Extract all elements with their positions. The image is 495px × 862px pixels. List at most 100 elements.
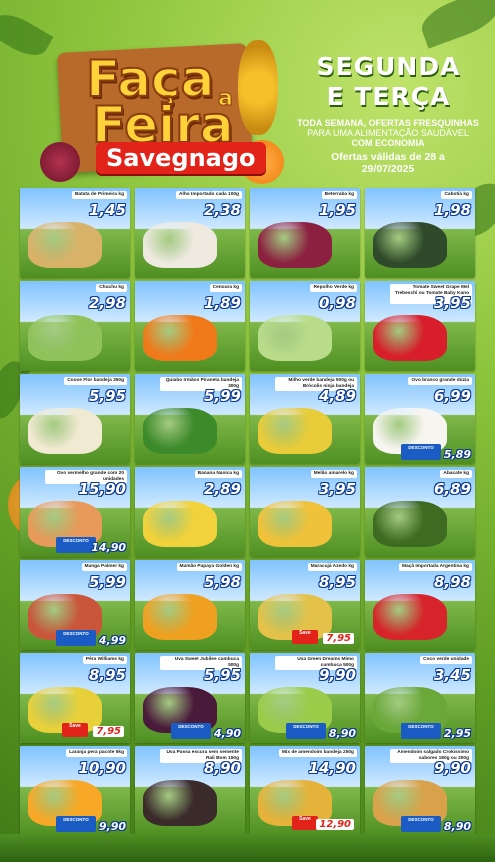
product-image — [258, 315, 332, 361]
product-card[interactable]: Uva Passa escura sem semente Rali Bom 15… — [135, 746, 245, 836]
product-image — [258, 501, 332, 547]
product-card[interactable]: Cabotiá kg R$ 1,98 — [365, 188, 475, 278]
product-name: Cabotiá kg — [441, 191, 472, 199]
product-name: Repolho Verde kg — [310, 284, 357, 292]
product-card[interactable]: Chuchu kg R$ 2,98 — [20, 281, 130, 371]
discount-price: 14,90 — [91, 541, 126, 554]
product-name: Maçã Importada Argentina kg — [399, 563, 472, 571]
discount-badge: DESCONTO — [401, 444, 441, 460]
product-name: Mamão Papaya Golden kg — [176, 563, 242, 571]
product-price: 8,90 — [203, 759, 241, 777]
product-price: 1,95 — [318, 201, 356, 219]
product-card[interactable]: Repolho Verde kg R$ 0,98 — [250, 281, 360, 371]
product-price: 15,90 — [78, 480, 126, 498]
product-price: 5,98 — [203, 573, 241, 591]
product-price: 3,45 — [433, 666, 471, 684]
subtitle-line-3: COM ECONOMIA — [351, 138, 425, 148]
product-price: 5,95 — [203, 666, 241, 684]
product-price: 10,90 — [78, 759, 126, 777]
promo-day-1: SEGUNDA — [316, 52, 461, 81]
product-card[interactable]: Amendoim salgado Crokissimo sabores 180g… — [365, 746, 475, 836]
product-price: 0,98 — [318, 294, 356, 312]
product-name: Maracujá Azedo kg — [307, 563, 357, 571]
product-name: Melão amarelo kg — [310, 470, 357, 478]
product-card[interactable]: Pêra Williams kg R$ 8,95 Save 7,95 — [20, 653, 130, 743]
product-price: 6,99 — [433, 387, 471, 405]
product-price: 1,45 — [88, 201, 126, 219]
product-price: 8,95 — [318, 573, 356, 591]
validity-line-2: 29/07/2025 — [361, 163, 415, 175]
product-card[interactable]: Tomate Sweet Grape Mel Trebeschi ou Toma… — [365, 281, 475, 371]
product-image — [28, 315, 102, 361]
discount-price: 8,90 — [443, 820, 471, 833]
product-image — [258, 222, 332, 268]
product-card[interactable]: Couve Flor bandeja 350g R$ 5,95 — [20, 374, 130, 464]
product-card[interactable]: Batata de Primeira kg R$ 1,45 — [20, 188, 130, 278]
product-image — [258, 408, 332, 454]
save-badge: Save — [62, 723, 88, 737]
product-price: 5,99 — [203, 387, 241, 405]
product-price: 1,98 — [433, 201, 471, 219]
product-card[interactable]: Mix de amendoim bandeja 250g R$ 14,90 Sa… — [250, 746, 360, 836]
product-image — [143, 408, 217, 454]
product-card[interactable]: Melão amarelo kg R$ 3,95 — [250, 467, 360, 557]
product-name: Cenoura kg — [209, 284, 242, 292]
product-card[interactable]: Ovo branco grande dúzia R$ 6,99 DESCONTO… — [365, 374, 475, 464]
discount-price: 9,90 — [98, 820, 126, 833]
subtitle-line-2: PARA UMA ALIMENTAÇÃO SAUDÁVEL — [307, 128, 469, 138]
product-card[interactable]: Coco verde unidade R$ 3,45 DESCONTO 2,95 — [365, 653, 475, 743]
product-image — [143, 501, 217, 547]
subtitle-line-1: TODA SEMANA, OFERTAS FRESQUINHAS — [297, 118, 479, 128]
product-card[interactable]: Abacate kg R$ 6,89 — [365, 467, 475, 557]
product-card[interactable]: Laranja pera pacote 5kg R$ 10,90 DESCONT… — [20, 746, 130, 836]
product-name: Banana Nanica kg — [194, 470, 242, 478]
product-card[interactable]: Uva Sweet Jubilee cumbuca 500g R$ 5,95 D… — [135, 653, 245, 743]
product-image — [373, 222, 447, 268]
beet-icon — [40, 142, 80, 182]
discount-badge: DESCONTO — [286, 723, 326, 739]
product-price: 14,90 — [308, 759, 356, 777]
product-price: 6,89 — [433, 480, 471, 498]
promo-days: SEGUNDA E TERÇA — [296, 52, 481, 112]
product-card[interactable]: Maracujá Azedo kg R$ 8,95 Save 7,95 — [250, 560, 360, 650]
product-image — [143, 780, 217, 826]
product-card[interactable]: Manga Palmer kg R$ 5,99 DESCONTO 4,99 — [20, 560, 130, 650]
save-price: 7,95 — [93, 726, 124, 737]
product-name: Ovo branco grande dúzia — [408, 377, 472, 385]
product-price: 9,90 — [433, 759, 471, 777]
product-name: Chuchu kg — [96, 284, 127, 292]
discount-badge: DESCONTO — [401, 816, 441, 832]
discount-badge: DESCONTO — [56, 816, 96, 832]
product-card[interactable]: Alho Importado cada 100g R$ 2,38 — [135, 188, 245, 278]
save-badge: Save — [292, 816, 318, 830]
product-card[interactable]: Uva Green Dreams Mimo cumbuca 500g R$ 9,… — [250, 653, 360, 743]
product-image — [373, 501, 447, 547]
discount-price: 8,90 — [328, 727, 356, 740]
product-card[interactable]: Banana Nanica kg R$ 2,89 — [135, 467, 245, 557]
product-price: 3,95 — [318, 480, 356, 498]
product-price: 2,98 — [88, 294, 126, 312]
product-name: Abacate kg — [440, 470, 472, 478]
product-card[interactable]: Quiabo Irmãos Piraneta bandeja 300g R$ 5… — [135, 374, 245, 464]
product-card[interactable]: Milho verde bandeja 500g ou Brócolis nin… — [250, 374, 360, 464]
product-grid: Batata de Primeira kg R$ 1,45 Alho Impor… — [20, 188, 475, 836]
product-name: Mix de amendoim bandeja 250g — [279, 749, 357, 757]
product-card[interactable]: Maçã Importada Argentina kg R$ 8,98 — [365, 560, 475, 650]
product-price: 9,90 — [318, 666, 356, 684]
product-card[interactable]: Beterraba kg R$ 1,95 — [250, 188, 360, 278]
product-name: Manga Palmer kg — [81, 563, 127, 571]
discount-price: 4,90 — [213, 727, 241, 740]
save-price: 12,90 — [316, 819, 354, 830]
discount-badge: DESCONTO — [401, 723, 441, 739]
save-badge: Save — [292, 630, 318, 644]
product-card[interactable]: Ovo vermelho grande com 20 unidades R$ 1… — [20, 467, 130, 557]
product-name: Batata de Primeira kg — [71, 191, 127, 199]
product-price: 2,89 — [203, 480, 241, 498]
product-card[interactable]: Mamão Papaya Golden kg R$ 5,98 — [135, 560, 245, 650]
discount-badge: DESCONTO — [56, 630, 96, 646]
product-name: Laranja pera pacote 5kg — [66, 749, 127, 757]
promo-day-2: E TERÇA — [326, 82, 451, 111]
product-card[interactable]: Cenoura kg R$ 1,89 — [135, 281, 245, 371]
product-price: 5,99 — [88, 573, 126, 591]
product-price: 8,95 — [88, 666, 126, 684]
